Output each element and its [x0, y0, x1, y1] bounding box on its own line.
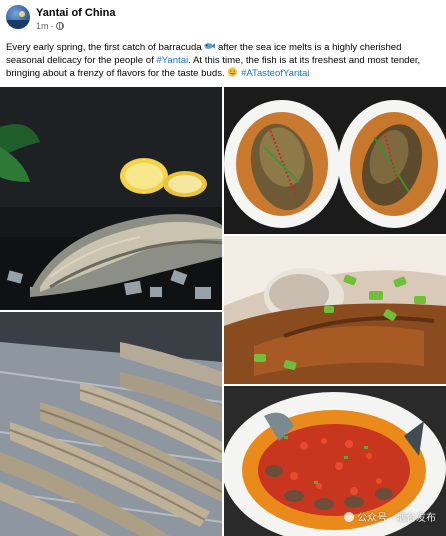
fish-emoji-icon	[204, 43, 216, 49]
braised-fish-closeup-photo[interactable]	[224, 236, 446, 384]
raw-fish-on-ice-photo[interactable]	[0, 87, 222, 310]
post-caption: Every early spring, the first catch of b…	[6, 41, 440, 80]
hashtag-tasteofyantai-link[interactable]: #ATasteofYantai	[241, 68, 309, 79]
fish-market-tray-photo[interactable]	[0, 312, 222, 536]
page-name-link[interactable]: Yantai of China	[36, 7, 115, 19]
braised-fish-plates-photo[interactable]	[224, 87, 446, 234]
page-avatar[interactable]	[6, 5, 30, 29]
watermark: 公众号 · 烟台发布	[344, 509, 436, 524]
post-time-link[interactable]: 1m	[36, 21, 49, 31]
caption-text: Every early spring, the first catch of b…	[6, 42, 205, 53]
post-header: Yantai of China 1m ·	[0, 0, 446, 36]
hashtag-yantai-link[interactable]: #Yantai	[156, 55, 188, 66]
wechat-icon	[344, 511, 355, 522]
post-meta: 1m ·	[36, 21, 64, 31]
steamed-fish-chili-photo[interactable]: 公众号 · 烟台发布	[224, 386, 446, 536]
smile-emoji-icon	[228, 67, 238, 77]
globe-icon	[55, 22, 64, 30]
watermark-text: 公众号 · 烟台发布	[357, 513, 436, 524]
